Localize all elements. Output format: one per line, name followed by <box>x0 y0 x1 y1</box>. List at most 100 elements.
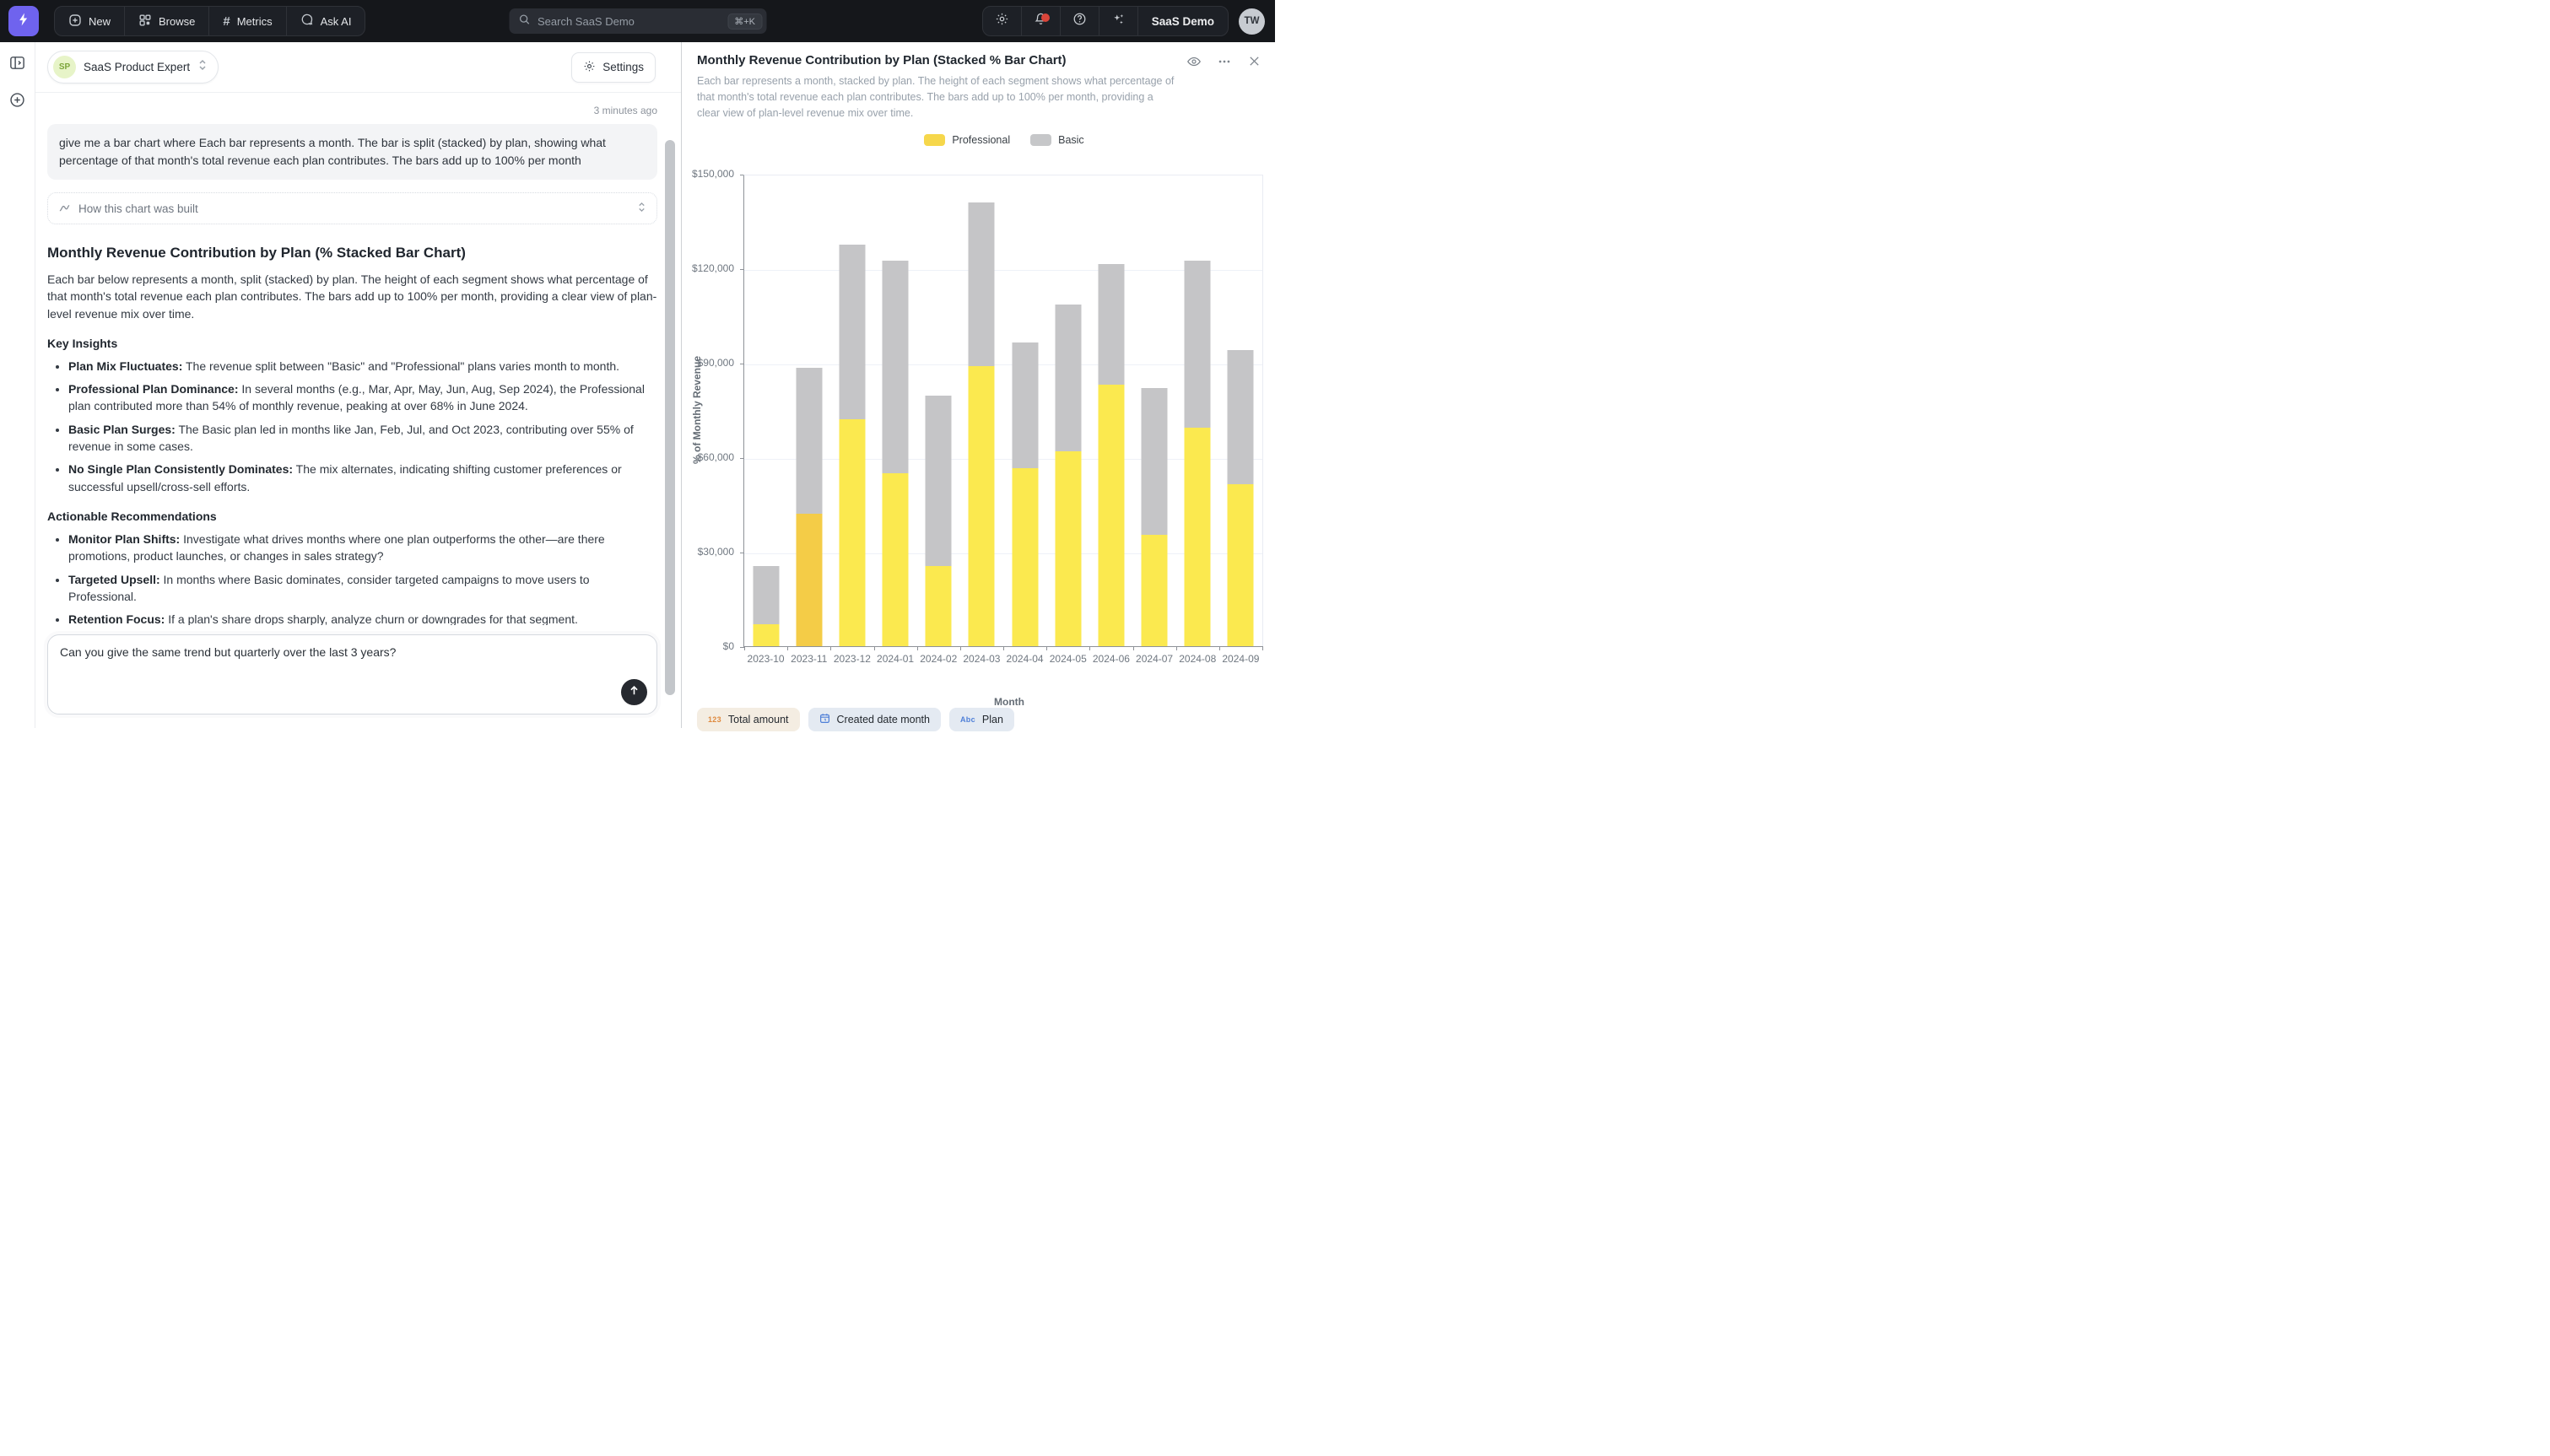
bar-segment-basic[interactable] <box>883 261 909 473</box>
send-button[interactable] <box>621 679 647 705</box>
chat-scroll-area: 3 minutes ago give me a bar chart where … <box>35 93 681 728</box>
answer-intro: Each bar below represents a month, split… <box>47 271 657 322</box>
bar-segment-basic[interactable] <box>753 566 779 624</box>
legend-swatch-professional <box>924 134 945 146</box>
message-input[interactable]: Can you give the same trend but quarterl… <box>47 634 657 715</box>
chip-total-amount[interactable]: 123 Total amount <box>697 708 800 731</box>
bar-segment-professional[interactable] <box>753 624 779 646</box>
bar-segment-professional[interactable] <box>839 419 865 646</box>
nav-button-group: New Browse # Metrics Ask AI <box>54 6 365 36</box>
bar-segment-professional[interactable] <box>1012 468 1038 646</box>
assistant-answer: Monthly Revenue Contribution by Plan (% … <box>47 245 657 625</box>
message-timestamp: 3 minutes ago <box>47 105 657 116</box>
x-tick-label: 2024-06 <box>1093 653 1130 665</box>
bar-segment-professional[interactable] <box>969 366 995 646</box>
bar-2024-07[interactable] <box>1142 388 1168 646</box>
chip-plan[interactable]: Abc Plan <box>949 708 1014 731</box>
insights-heading: Key Insights <box>47 337 657 350</box>
message-input-value: Can you give the same trend but quarterl… <box>60 645 645 659</box>
notifications-button[interactable] <box>1022 7 1061 35</box>
bar-segment-basic[interactable] <box>1055 305 1081 451</box>
help-button[interactable] <box>1061 7 1099 35</box>
global-search-input[interactable]: Search SaaS Demo ⌘+K <box>509 8 766 34</box>
legend-item[interactable]: Basic <box>1030 134 1084 146</box>
settings-nav-button[interactable] <box>983 7 1022 35</box>
top-navbar: New Browse # Metrics Ask AI Search SaaS … <box>0 0 1275 42</box>
bar-2024-01[interactable] <box>883 261 909 646</box>
bar-2024-04[interactable] <box>1012 342 1038 646</box>
y-axis: $0$30,000$60,000$90,000$120,000$150,000 <box>682 175 743 647</box>
new-button[interactable]: New <box>55 7 125 35</box>
bar-segment-basic[interactable] <box>839 245 865 419</box>
chart-icon <box>58 201 71 216</box>
y-tick-label: $150,000 <box>692 168 734 180</box>
number-field-icon: 123 <box>708 715 721 724</box>
agent-settings-button[interactable]: Settings <box>571 52 656 83</box>
bar-2024-03[interactable] <box>969 202 995 646</box>
how-chart-built-toggle[interactable]: How this chart was built <box>47 192 657 224</box>
legend-item[interactable]: Professional <box>924 134 1010 146</box>
bar-segment-basic[interactable] <box>1142 388 1168 535</box>
gear-icon <box>583 60 596 75</box>
chip-created-date-month[interactable]: Created date month <box>808 708 942 731</box>
sparkles-button[interactable] <box>1099 7 1138 35</box>
chart-panel: Monthly Revenue Contribution by Plan (St… <box>682 42 1275 728</box>
bar-segment-professional[interactable] <box>883 473 909 646</box>
metrics-button[interactable]: # Metrics <box>209 7 286 35</box>
bar-2024-06[interactable] <box>1098 264 1124 647</box>
bar-segment-professional[interactable] <box>796 514 822 646</box>
eye-icon[interactable] <box>1186 54 1202 73</box>
browse-button[interactable]: Browse <box>125 7 209 35</box>
bar-segment-professional[interactable] <box>1228 484 1254 646</box>
list-item: Plan Mix Fluctuates: The revenue split b… <box>68 358 657 375</box>
agent-selector[interactable]: SP SaaS Product Expert <box>47 51 219 84</box>
bar-2024-09[interactable] <box>1228 350 1254 646</box>
new-thread-icon[interactable] <box>8 91 26 113</box>
workspace-button[interactable]: SaaS Demo <box>1138 7 1228 35</box>
user-avatar[interactable]: TW <box>1239 8 1265 35</box>
chart-description: Each bar represents a month, stacked by … <box>697 73 1178 121</box>
agent-header: SP SaaS Product Expert Settings <box>35 42 681 93</box>
arrow-up-icon <box>628 684 640 701</box>
list-item: Monitor Plan Shifts: Investigate what dr… <box>68 531 657 565</box>
bar-segment-professional[interactable] <box>1185 428 1211 646</box>
more-options-icon[interactable] <box>1217 54 1232 73</box>
recommendations-heading: Actionable Recommendations <box>47 510 657 523</box>
notification-dot <box>1041 13 1050 22</box>
bar-segment-professional[interactable] <box>926 566 952 646</box>
bar-segment-basic[interactable] <box>1185 261 1211 428</box>
chat-scrollbar[interactable] <box>665 140 675 695</box>
close-icon[interactable] <box>1247 54 1261 73</box>
bar-segment-basic[interactable] <box>926 396 952 566</box>
chat-sparkle-icon <box>300 13 314 30</box>
x-tick-label: 2024-01 <box>877 653 914 665</box>
bar-segment-basic[interactable] <box>1228 350 1254 484</box>
list-item: Targeted Upsell: In months where Basic d… <box>68 571 657 606</box>
bar-2023-11[interactable] <box>796 368 822 646</box>
y-tick-label: $30,000 <box>698 546 734 558</box>
app-logo[interactable] <box>8 6 39 36</box>
x-tick-label: 2024-04 <box>1007 653 1044 665</box>
answer-title: Monthly Revenue Contribution by Plan (% … <box>47 245 657 262</box>
insights-list: Plan Mix Fluctuates: The revenue split b… <box>47 358 657 495</box>
bar-segment-professional[interactable] <box>1142 535 1168 647</box>
bar-segment-basic[interactable] <box>1012 342 1038 468</box>
calendar-icon <box>819 713 830 726</box>
bar-segment-professional[interactable] <box>1055 451 1081 646</box>
message-list: 3 minutes ago give me a bar chart where … <box>35 93 681 625</box>
bar-segment-basic[interactable] <box>969 202 995 366</box>
bar-2024-05[interactable] <box>1055 305 1081 646</box>
browse-label: Browse <box>159 15 195 28</box>
bar-segment-professional[interactable] <box>1098 385 1124 646</box>
y-tick-label: $120,000 <box>692 262 734 274</box>
bar-2024-02[interactable] <box>926 396 952 646</box>
list-item: Professional Plan Dominance: In several … <box>68 380 657 415</box>
bar-segment-basic[interactable] <box>796 368 822 515</box>
field-chips: 123 Total amount Created date month Abc … <box>697 708 1275 731</box>
bar-2024-08[interactable] <box>1185 261 1211 646</box>
bar-2023-10[interactable] <box>753 566 779 646</box>
collapse-panel-icon[interactable] <box>8 54 26 76</box>
bar-2023-12[interactable] <box>839 245 865 646</box>
ask-ai-button[interactable]: Ask AI <box>287 7 365 35</box>
bar-segment-basic[interactable] <box>1098 264 1124 386</box>
